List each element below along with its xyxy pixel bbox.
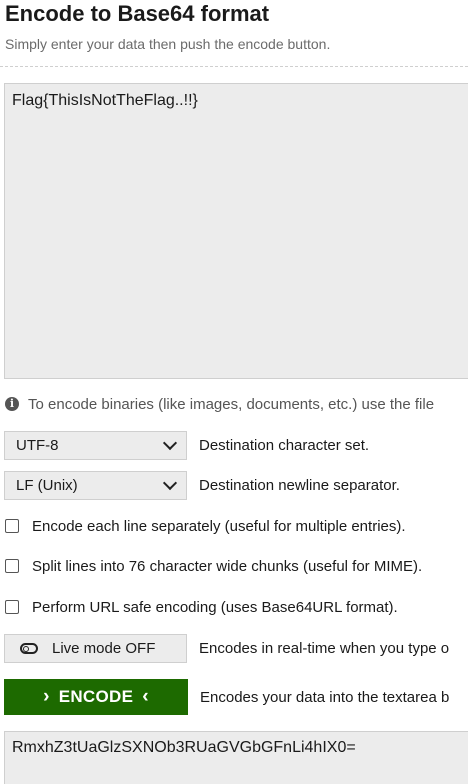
encode-description: Encodes your data into the textarea b: [200, 688, 450, 706]
charset-selected-value: UTF-8: [16, 437, 59, 454]
newline-selected-value: LF (Unix): [16, 477, 78, 494]
file-encode-hint: i To encode binaries (like images, docum…: [5, 395, 434, 413]
live-mode-description: Encodes in real-time when you type o: [199, 640, 450, 657]
charset-select[interactable]: UTF-8: [4, 431, 187, 460]
file-encode-hint-text: To encode binaries (like images, documen…: [28, 395, 435, 413]
encode-row: › ENCODE ‹ Encodes your data into the te…: [4, 679, 449, 715]
encode-page: Encode to Base64 format Simply enter you…: [0, 0, 468, 784]
info-circle-icon: i: [5, 397, 19, 411]
toggle-off-icon: [20, 643, 38, 654]
url-safe-checkbox[interactable]: [5, 600, 19, 614]
live-mode-row: Live mode OFF Encodes in real-time when …: [4, 634, 449, 663]
each-line-checkbox[interactable]: [5, 519, 19, 533]
split-lines-label[interactable]: Split lines into 76 character wide chunk…: [32, 558, 422, 575]
page-title: Encode to Base64 format: [5, 1, 270, 26]
split-lines-checkbox[interactable]: [5, 559, 19, 573]
live-mode-button[interactable]: Live mode OFF: [4, 634, 187, 663]
newline-select[interactable]: LF (Unix): [4, 471, 187, 500]
split-lines-option[interactable]: Split lines into 76 character wide chunk…: [5, 556, 422, 576]
each-line-label[interactable]: Encode each line separately (useful for …: [32, 518, 406, 535]
each-line-option[interactable]: Encode each line separately (useful for …: [5, 516, 406, 536]
url-safe-label[interactable]: Perform URL safe encoding (uses Base64UR…: [32, 599, 398, 616]
charset-label: Destination character set.: [199, 437, 370, 454]
url-safe-option[interactable]: Perform URL safe encoding (uses Base64UR…: [5, 597, 398, 617]
chevron-right-icon: ›: [43, 686, 50, 707]
chevron-left-icon: ‹: [142, 686, 149, 707]
page-subtitle: Simply enter your data then push the enc…: [5, 36, 331, 52]
result-textarea[interactable]: RmxhZ3tUaGlzSXNOb3RUaGVGbGFnLi4hIX0=: [4, 731, 468, 784]
charset-row: UTF-8 Destination character set.: [4, 431, 369, 460]
chevron-down-icon: [162, 475, 178, 491]
source-data-textarea[interactable]: Flag{ThisIsNotTheFlag..!!}: [4, 83, 468, 379]
live-mode-label: Live mode OFF: [52, 640, 156, 657]
chevron-down-icon: [162, 435, 178, 451]
encode-button[interactable]: › ENCODE ‹: [4, 679, 188, 715]
divider: [0, 66, 468, 67]
newline-row: LF (Unix) Destination newline separator.: [4, 471, 400, 500]
encode-button-label: ENCODE: [58, 687, 134, 706]
newline-label: Destination newline separator.: [199, 477, 400, 494]
